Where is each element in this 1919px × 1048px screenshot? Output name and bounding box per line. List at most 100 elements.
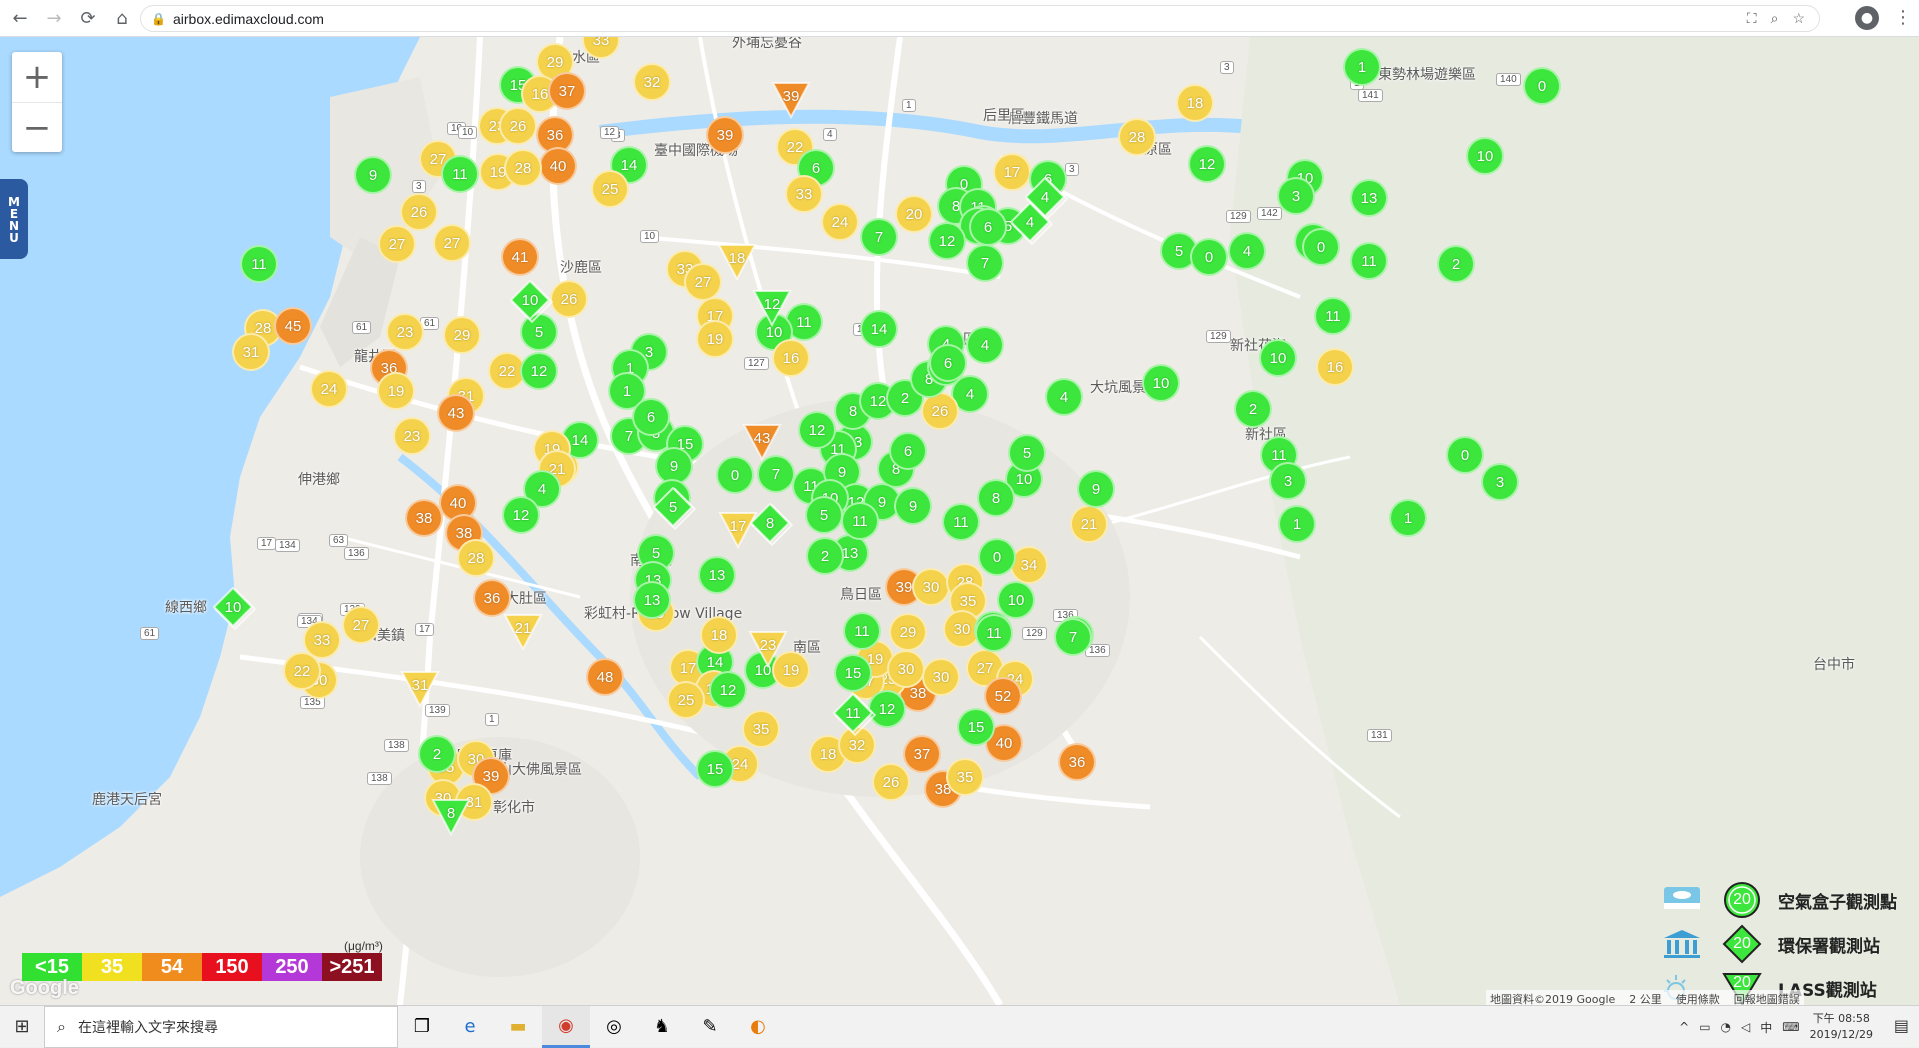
airbox-station-marker[interactable]: 37 [548,72,586,110]
keyboard-icon[interactable]: ⌨ [1782,1020,1799,1034]
airbox-station-marker[interactable]: 28 [504,149,542,187]
airbox-station-marker[interactable]: 19 [377,372,415,410]
lass-station-marker[interactable]: 23 [748,630,788,668]
zoom-out-button[interactable]: − [12,102,62,152]
lass-station-marker[interactable]: 17 [718,511,758,549]
airbox-station-marker[interactable]: 25 [591,170,629,208]
airbox-station-marker[interactable]: 19 [696,320,734,358]
airbox-station-marker[interactable]: 13 [698,556,736,594]
star-icon[interactable]: ☆ [1792,10,1805,27]
terms-link[interactable]: 使用條款 [1676,991,1720,1005]
airbox-station-marker[interactable]: 15 [696,750,734,788]
windows-start-icon[interactable]: ⊞ [0,1006,44,1048]
airbox-station-marker[interactable]: 12 [709,671,747,709]
lass-station-marker[interactable]: 18 [717,243,757,281]
airbox-station-marker[interactable]: 11 [1314,297,1352,335]
airbox-station-marker[interactable]: 39 [706,116,744,154]
airbox-station-marker[interactable]: 21 [1070,505,1108,543]
lass-station-marker[interactable]: 39 [771,81,811,119]
airbox-station-marker[interactable]: 33 [785,175,823,213]
airbox-station-marker[interactable]: 0 [716,456,754,494]
airbox-station-marker[interactable]: 9 [1077,470,1115,508]
airbox-station-marker[interactable]: 26 [550,280,588,318]
chevron-up-icon[interactable]: ^ [1679,1020,1689,1034]
battery-icon[interactable]: ▭ [1699,1020,1710,1034]
lass-station-marker[interactable]: 12 [752,289,792,327]
airbox-station-marker[interactable]: 40 [539,147,577,185]
airbox-station-marker[interactable]: 24 [310,370,348,408]
airbox-station-marker[interactable]: 9 [354,156,392,194]
airbox-station-marker[interactable]: 7 [966,244,1004,282]
airbox-station-marker[interactable]: 1 [1389,499,1427,537]
airbox-station-marker[interactable]: 11 [441,155,479,193]
airbox-station-marker[interactable]: 38 [405,499,443,537]
airbox-station-marker[interactable]: 12 [502,496,540,534]
airbox-station-marker[interactable]: 27 [342,606,380,644]
ime-indicator[interactable]: 中 [1760,1019,1772,1036]
airbox-station-marker[interactable]: 6 [889,432,927,470]
profile-avatar-icon[interactable]: ● [1855,6,1879,30]
airbox-station-marker[interactable]: 41 [501,238,539,276]
airbox-station-marker[interactable]: 11 [841,502,879,540]
airbox-station-marker[interactable]: 26 [499,107,537,145]
menu-button[interactable]: MENU [0,179,28,259]
airbox-station-marker[interactable]: 4 [1045,378,1083,416]
notification-icon[interactable]: ▤ [1894,1016,1909,1035]
airbox-station-marker[interactable]: 11 [942,503,980,541]
zoom-icon[interactable]: ⌕ [1771,10,1779,27]
airbox-station-marker[interactable]: 11 [975,614,1013,652]
airbox-station-marker[interactable]: 6 [969,208,1007,246]
airbox-station-marker[interactable]: 10 [1259,339,1297,377]
app-blender-icon[interactable]: ◐ [734,1006,782,1048]
airbox-station-marker[interactable]: 12 [520,352,558,390]
airbox-station-marker[interactable]: 35 [742,710,780,748]
address-bar[interactable]: 🔒 airbox.edimaxcloud.com ⛶ ⌕ ☆ [140,5,1820,32]
airbox-station-marker[interactable]: 13 [1350,179,1388,217]
airbox-station-marker[interactable]: 26 [400,193,438,231]
airbox-station-marker[interactable]: 52 [984,677,1022,715]
airbox-station-marker[interactable]: 27 [433,224,471,262]
airbox-station-marker[interactable]: 12 [928,222,966,260]
airbox-station-marker[interactable]: 0 [978,538,1016,576]
airbox-station-marker[interactable]: 13 [633,581,671,619]
volume-icon[interactable]: ◁ [1741,1020,1750,1034]
airbox-station-marker[interactable]: 2 [1437,245,1475,283]
airbox-station-marker[interactable]: 4 [1228,232,1266,270]
report-error-link[interactable]: 回報地圖錯誤 [1734,991,1800,1005]
translate-icon[interactable]: ⛶ [1747,10,1757,27]
airbox-station-marker[interactable]: 12 [1188,145,1226,183]
airbox-station-marker[interactable]: 12 [868,690,906,728]
airbox-station-marker[interactable]: 45 [274,307,312,345]
reload-icon[interactable]: ⟳ [74,4,102,32]
airbox-station-marker[interactable]: 7 [1054,618,1092,656]
taskbar-search-input[interactable]: ⌕ 在這裡輸入文字來搜尋 [44,1005,398,1048]
epa-station-marker[interactable]: 11 [833,693,873,733]
epa-station-marker[interactable]: 5 [653,487,693,527]
zoom-in-button[interactable]: + [12,52,62,102]
app-compass-icon[interactable]: ◎ [590,1006,638,1048]
airbox-station-marker[interactable]: 7 [860,218,898,256]
airbox-station-marker[interactable]: 30 [922,658,960,696]
airbox-station-marker[interactable]: 30 [887,650,925,688]
airbox-station-marker[interactable]: 31 [232,333,270,371]
chrome-browser-icon[interactable]: ◉ [542,1005,590,1048]
airbox-station-marker[interactable]: 48 [586,658,624,696]
lass-station-marker[interactable]: 8 [431,798,471,836]
file-explorer-icon[interactable]: ▬ [494,1006,542,1048]
airbox-station-marker[interactable]: 28 [1118,118,1156,156]
airbox-station-marker[interactable]: 29 [443,316,481,354]
airbox-station-marker[interactable]: 11 [843,612,881,650]
airbox-station-marker[interactable]: 8 [977,479,1015,517]
airbox-station-marker[interactable]: 11 [240,245,278,283]
airbox-station-marker[interactable]: 5 [805,496,843,534]
airbox-station-marker[interactable]: 9 [894,487,932,525]
airbox-station-marker[interactable]: 2 [806,537,844,575]
airbox-station-marker[interactable]: 28 [457,539,495,577]
airbox-station-marker[interactable]: 26 [872,763,910,801]
airbox-station-marker[interactable]: 5 [1008,434,1046,472]
back-arrow-icon[interactable]: ← [6,4,34,32]
lass-station-marker[interactable]: 21 [503,613,543,651]
app-gimp-icon[interactable]: ♞ [638,1006,686,1048]
airbox-station-marker[interactable]: 1 [1278,505,1316,543]
airbox-station-marker[interactable]: 18 [700,616,738,654]
